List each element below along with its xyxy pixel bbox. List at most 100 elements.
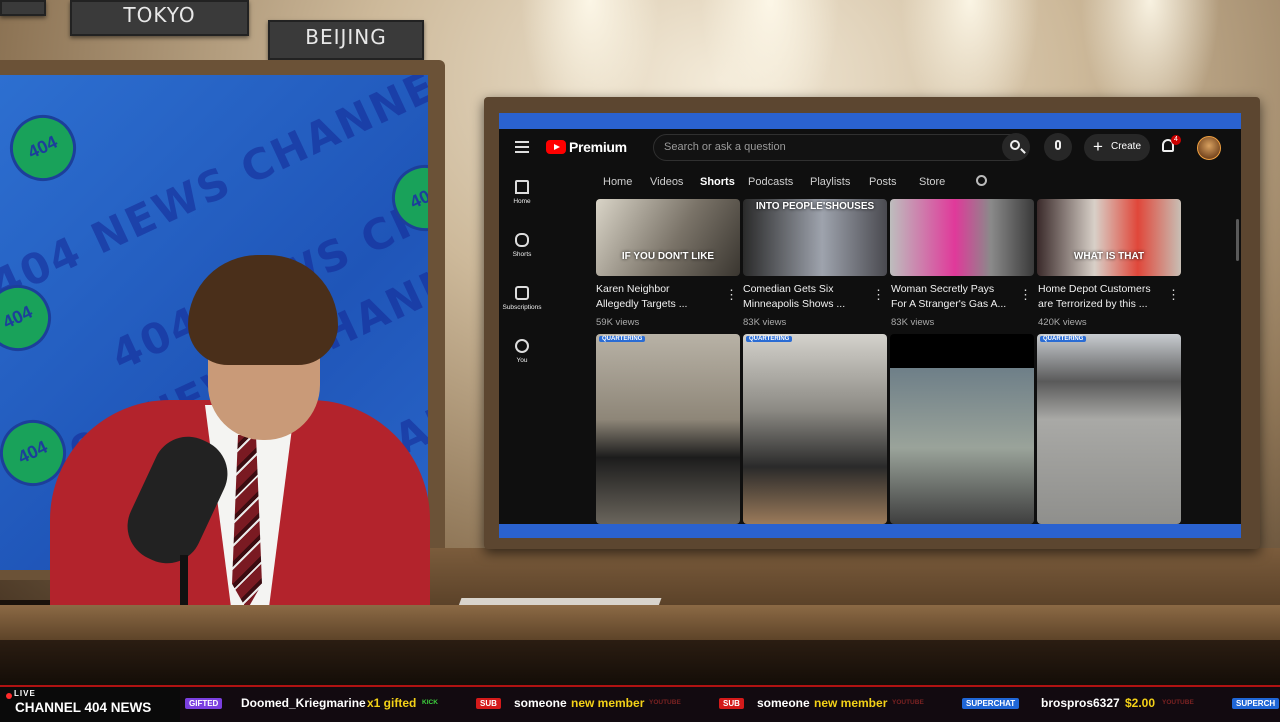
sidebar-item-shorts[interactable]: Shorts <box>499 233 545 258</box>
thumbnail-caption: WHAT IS THAT <box>1073 251 1145 262</box>
ticker-badge: SUPERCHAT <box>962 698 1020 709</box>
live-dot-icon <box>6 693 12 699</box>
short-thumbnail[interactable]: WHAT IS THAT <box>1037 199 1181 276</box>
short-views: 83K views <box>891 317 935 328</box>
sidebar-item-label: Home <box>513 198 531 205</box>
search-placeholder: Search or ask a question <box>664 141 786 153</box>
thumbnail-caption: IF YOU DON'T LIKE <box>621 251 715 262</box>
search-icon <box>1010 140 1020 150</box>
short-title-line: Allegedly Targets ... <box>596 298 688 310</box>
short-title-line: are Terrorized by this ... <box>1038 298 1148 310</box>
city-sign-tokyo: TOKYO <box>70 0 249 36</box>
notification-count-badge: 4 <box>1171 135 1181 145</box>
youtube-page: Premium Search or ask a question + Creat… <box>499 129 1241 524</box>
more-options-icon[interactable] <box>725 287 738 303</box>
short-thumbnail[interactable]: QUARTERING <box>743 334 887 524</box>
page-scrollbar[interactable] <box>1236 219 1239 261</box>
desk-front <box>0 640 1280 685</box>
ticker-username: brospros6327 <box>1041 696 1120 710</box>
short-thumbnail[interactable]: QUARTERING <box>1037 334 1181 524</box>
tab-podcasts[interactable]: Podcasts <box>748 176 793 188</box>
short-title-line: Home Depot Customers <box>1038 283 1151 295</box>
sidebar-item-subscriptions[interactable]: Subscriptions <box>499 286 545 311</box>
tab-videos[interactable]: Videos <box>650 176 683 188</box>
ticker-badge: SUB <box>719 698 744 709</box>
thumbnail-caption: INTO PEOPLE'SHOUSES <box>755 201 875 212</box>
live-label: LIVE <box>14 689 36 698</box>
sidebar-item-you[interactable]: You <box>499 339 545 364</box>
ticker-action: new member <box>814 696 888 710</box>
search-button[interactable] <box>1002 133 1030 161</box>
account-avatar[interactable] <box>1197 136 1221 160</box>
short-views: 420K views <box>1038 317 1087 328</box>
youtube-topbar: Premium Search or ask a question + Creat… <box>499 129 1241 167</box>
sidebar-item-label: Shorts <box>512 251 532 258</box>
youtube-logo-text[interactable]: Premium <box>569 139 627 155</box>
more-options-icon[interactable] <box>872 287 885 303</box>
channel-name: CHANNEL 404 NEWS <box>15 700 152 715</box>
ticker-username: someone <box>514 696 567 710</box>
ticker-username: someone <box>757 696 810 710</box>
ticker-source: YOUTUBE <box>649 699 681 706</box>
channel-tabs: Home Videos Shorts Podcasts Playlists Po… <box>591 171 1011 195</box>
city-sign-partial <box>0 0 46 16</box>
channel-tag: QUARTERING <box>746 336 793 342</box>
menu-icon[interactable] <box>515 141 529 153</box>
short-title[interactable]: Comedian Gets Six Minneapolis Shows ... <box>743 282 863 312</box>
short-title[interactable]: Home Depot Customers are Terrorized by th… <box>1038 282 1158 312</box>
ticker-badge: GIFTED <box>185 698 223 709</box>
channel-tag: QUARTERING <box>1040 336 1087 342</box>
youtube-logo-icon[interactable] <box>546 140 566 154</box>
short-thumbnail[interactable]: INTO PEOPLE'SHOUSES <box>743 199 887 276</box>
sidebar-item-label: Subscriptions <box>502 304 542 311</box>
search-input[interactable]: Search or ask a question <box>653 134 1029 161</box>
ticker-username: Doomed_Kriegmarine <box>241 696 366 710</box>
ticker-badge: SUB <box>476 698 501 709</box>
tab-home[interactable]: Home <box>603 176 632 188</box>
ticker-source: YOUTUBE <box>892 699 924 706</box>
home-icon <box>515 180 529 194</box>
short-title-line: Minneapolis Shows ... <box>743 298 846 310</box>
short-title-line: Comedian Gets Six <box>743 283 834 295</box>
voice-search-button[interactable] <box>1044 133 1072 161</box>
create-label: Create <box>1111 141 1142 152</box>
news-ticker: LIVE CHANNEL 404 NEWS GIFTED Doomed_Krie… <box>0 685 1280 722</box>
shorts-icon <box>515 233 529 247</box>
plus-icon: + <box>1093 137 1103 156</box>
short-title-line: Woman Secretly Pays <box>891 283 995 295</box>
short-thumbnail[interactable]: IF YOU DON'T LIKE <box>596 199 740 276</box>
sidebar-item-home[interactable]: Home <box>499 180 545 205</box>
tab-posts[interactable]: Posts <box>869 176 897 188</box>
short-thumbnail[interactable] <box>890 334 1034 524</box>
tab-shorts[interactable]: Shorts <box>700 176 735 188</box>
youtube-sidebar: Home Shorts Subscriptions You <box>499 175 545 515</box>
ticker-action: x1 gifted <box>367 696 417 710</box>
short-thumbnail[interactable]: QUARTERING <box>596 334 740 524</box>
ticker-source: YOUTUBE <box>1162 699 1194 706</box>
sidebar-item-label: You <box>516 357 528 364</box>
city-sign-beijing: BEIJING <box>268 20 424 60</box>
short-title[interactable]: Karen Neighbor Allegedly Targets ... <box>596 282 716 312</box>
tv-screen: Premium Search or ask a question + Creat… <box>499 113 1241 538</box>
tab-playlists[interactable]: Playlists <box>810 176 850 188</box>
create-button[interactable]: + Create <box>1084 134 1150 161</box>
short-views: 59K views <box>596 317 640 328</box>
short-title-line: Karen Neighbor <box>596 283 670 295</box>
ticker-badge: SUPERCH <box>1232 698 1280 709</box>
ticker-action: new member <box>571 696 645 710</box>
channel-tag: QUARTERING <box>599 336 646 342</box>
live-indicator: LIVE CHANNEL 404 NEWS <box>0 687 180 722</box>
more-options-icon[interactable] <box>1167 287 1180 303</box>
microphone-icon <box>1055 140 1061 150</box>
tab-store[interactable]: Store <box>919 176 945 188</box>
channel-search-icon[interactable] <box>976 175 987 186</box>
host-hair <box>188 255 338 365</box>
ticker-source: KICK <box>422 699 438 706</box>
ticker-action: $2.00 <box>1125 696 1156 710</box>
subscriptions-icon <box>515 286 529 300</box>
short-thumbnail[interactable] <box>890 199 1034 276</box>
you-icon <box>515 339 529 353</box>
short-title[interactable]: Woman Secretly Pays For A Stranger's Gas … <box>891 282 1011 312</box>
more-options-icon[interactable] <box>1019 287 1032 303</box>
news-host <box>40 255 440 615</box>
